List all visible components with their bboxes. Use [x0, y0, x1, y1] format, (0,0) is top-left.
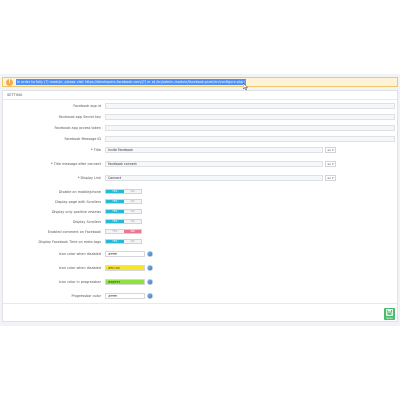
color-input[interactable]: #66ff33: [105, 279, 145, 285]
field-label: *Title message after connect: [51, 162, 101, 166]
field-label: Facebook app id: [73, 104, 101, 108]
row-color: Icon color in progressbar #66ff33: [3, 279, 397, 285]
panel-divider: [3, 99, 397, 100]
color-input[interactable]: #ffffff: [105, 251, 145, 257]
yes-no-toggle[interactable]: YES NO: [105, 189, 142, 194]
row-color: Icon color when disabled #ffcc00: [3, 265, 397, 271]
toggle-label: Display Scrollers: [72, 220, 101, 224]
yes-no-toggle[interactable]: YES NO: [105, 239, 142, 244]
toggle-no[interactable]: NO: [124, 220, 141, 223]
save-icon: [386, 309, 393, 316]
save-button[interactable]: Save: [384, 308, 395, 320]
field-label: *Title: [91, 148, 101, 152]
yes-no-toggle[interactable]: YES NO: [105, 199, 142, 204]
row-title: *Title Invite Facebook en ▾: [3, 147, 397, 153]
toggle-label: Disable on mobile/phone: [58, 190, 101, 194]
color-label: Icon color when disabled: [58, 266, 101, 270]
toggle-yes[interactable]: YES: [106, 190, 124, 193]
display-link-input[interactable]: Connect: [105, 175, 323, 181]
toggle-no[interactable]: NO: [124, 190, 141, 193]
warning-icon: !: [6, 79, 13, 86]
settings-panel: Setting Facebook app id Facebook app Sec…: [2, 90, 398, 322]
row-title-connect: *Title message after connect Facebook co…: [3, 161, 397, 167]
color-picker-icon[interactable]: [147, 293, 153, 299]
color-input[interactable]: #ffffff: [105, 293, 145, 299]
save-label: Save: [386, 317, 393, 320]
toggle-no[interactable]: NO: [124, 200, 141, 203]
alert-message[interactable]: In order to fully (?) module, please vis…: [16, 79, 246, 85]
app-id-input[interactable]: [105, 103, 395, 109]
color-label: Progressbar color: [71, 294, 101, 298]
row-toggle: Disable on mobile/phone YES NO: [3, 189, 397, 195]
panel-title: Setting: [7, 93, 23, 97]
toggle-yes[interactable]: YES: [106, 230, 124, 233]
yes-no-toggle[interactable]: YES NO: [105, 219, 142, 224]
field-label: Facebook app Secret key: [58, 115, 101, 119]
color-picker-icon[interactable]: [147, 279, 153, 285]
color-picker-icon[interactable]: [147, 265, 153, 271]
warning-alert: ! In order to fully (?) module, please v…: [2, 77, 398, 87]
toggle-yes[interactable]: YES: [106, 220, 124, 223]
row-toggle: Display page with Scrollers YES NO: [3, 199, 397, 205]
secret-key-input[interactable]: [105, 114, 395, 120]
field-label: *Display Link: [77, 176, 101, 180]
panel-footer-divider: [3, 303, 397, 304]
color-input[interactable]: #ffcc00: [105, 265, 145, 271]
language-dropdown[interactable]: en ▾: [325, 161, 336, 167]
toggle-label: Display Facebook Time on meta tags: [38, 240, 101, 244]
message-id-input[interactable]: [105, 136, 395, 142]
color-label: Icon color in progressbar: [58, 280, 101, 284]
toggle-no[interactable]: NO: [124, 240, 141, 243]
color-picker-icon[interactable]: [147, 251, 153, 257]
toggle-no[interactable]: NO: [124, 230, 141, 233]
row-display-link: *Display Link Connect en ▾: [3, 175, 397, 181]
toggle-no[interactable]: NO: [124, 210, 141, 213]
toggle-label: Enabled comment on Facebook: [47, 230, 101, 234]
language-dropdown[interactable]: en ▾: [325, 147, 336, 153]
title-connect-input[interactable]: Facebook connect: [105, 161, 323, 167]
toggle-label: Display only positive reviews: [51, 210, 101, 214]
row-pixel-id: Facebook Message ID: [3, 136, 397, 142]
toggle-label: Display page with Scrollers: [55, 200, 101, 204]
row-secret-key: Facebook app Secret key: [3, 114, 397, 120]
row-app-id: Facebook app id: [3, 103, 397, 109]
row-color: Progressbar color #ffffff: [3, 293, 397, 299]
yes-no-toggle[interactable]: YES NO: [105, 209, 142, 214]
toggle-yes[interactable]: YES: [106, 240, 124, 243]
color-label: Icon color when disabled: [58, 252, 101, 256]
field-label: Facebook app access token: [54, 126, 101, 130]
field-label: Facebook Message ID: [64, 137, 101, 141]
access-token-input[interactable]: [105, 125, 395, 131]
row-access-token: Facebook app access token: [3, 125, 397, 131]
toggle-yes[interactable]: YES: [106, 200, 124, 203]
row-color: Icon color when disabled #ffffff: [3, 251, 397, 257]
row-toggle: Display only positive reviews YES NO: [3, 209, 397, 215]
title-input[interactable]: Invite Facebook: [105, 147, 323, 153]
row-toggle: Display Scrollers YES NO: [3, 219, 397, 225]
yes-no-toggle[interactable]: YES NO: [105, 229, 142, 234]
language-dropdown[interactable]: en ▾: [325, 175, 336, 181]
row-toggle: Enabled comment on Facebook YES NO: [3, 229, 397, 235]
row-toggle: Display Facebook Time on meta tags YES N…: [3, 239, 397, 245]
toggle-yes[interactable]: YES: [106, 210, 124, 213]
